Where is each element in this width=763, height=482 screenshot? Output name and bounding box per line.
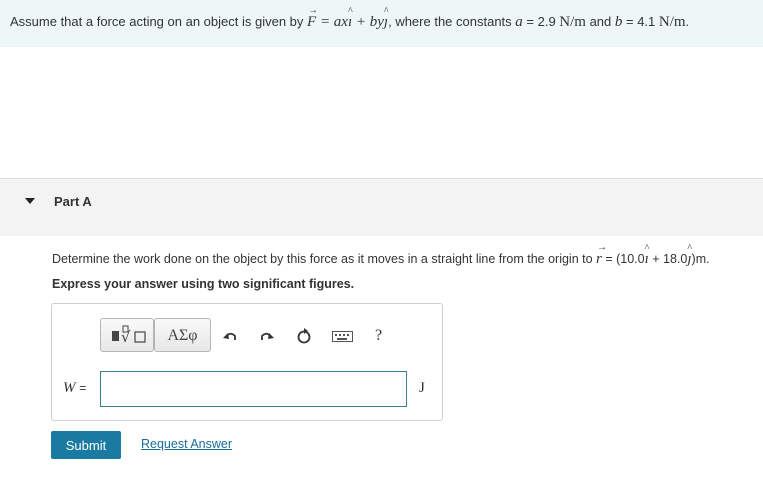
question-text-part: )m. — [691, 252, 710, 266]
answer-unit: J — [419, 380, 425, 396]
r-vector: r — [596, 242, 607, 268]
constant-b-unit: N/m — [658, 14, 686, 30]
force-y-term: + by — [352, 14, 384, 30]
redo-icon[interactable] — [259, 328, 275, 344]
i-hat: ı — [645, 243, 650, 268]
templates-button[interactable]: √ — [100, 318, 154, 352]
intro-text-part: , where the constants — [388, 14, 516, 29]
instructions: Express your answer using two significan… — [52, 277, 355, 291]
answer-equals: = — [79, 381, 87, 395]
intro-text: Assume that a force acting on an object … — [10, 5, 690, 31]
question-text-part: Determine the work done on the object by… — [52, 252, 597, 266]
constant-a-value: = 2.9 — [522, 14, 560, 29]
request-answer-link[interactable]: Request Answer — [141, 437, 232, 451]
intro-text-part: and — [585, 14, 615, 29]
constant-b-value: = 4.1 — [622, 14, 659, 29]
symbols-label: ΑΣφ — [167, 327, 198, 344]
part-title[interactable]: Part A — [54, 194, 92, 209]
part-a-header[interactable] — [0, 179, 763, 236]
answer-input[interactable] — [100, 371, 407, 407]
force-x-term: = ax — [316, 14, 348, 30]
question-text: Determine the work done on the object by… — [52, 242, 710, 268]
problem-intro: Assume that a force acting on an object … — [0, 0, 763, 47]
question-text-part: + 18.0 — [648, 252, 688, 266]
intro-text-part: . — [685, 14, 690, 29]
submit-button[interactable]: Submit — [51, 431, 121, 459]
i-hat: ı — [348, 6, 353, 31]
force-vector: F — [307, 5, 318, 31]
constant-a-unit: N/m — [559, 14, 586, 30]
constant-a: a — [515, 14, 523, 30]
intro-text-part: Assume that a force acting on an object … — [10, 14, 308, 29]
answer-label: W = — [63, 380, 86, 397]
reset-icon[interactable] — [296, 328, 312, 344]
symbols-button[interactable]: ΑΣφ — [154, 318, 211, 352]
j-hat: ȷ — [384, 6, 389, 31]
caret-down-icon[interactable] — [25, 198, 35, 204]
answer-variable: W — [63, 380, 76, 396]
undo-icon[interactable] — [222, 328, 238, 344]
templates-icon: √ — [112, 325, 146, 346]
force-equation: F = axı + byȷ — [307, 5, 389, 31]
help-button[interactable]: ? — [375, 327, 382, 345]
keyboard-icon[interactable] — [332, 331, 354, 343]
question-text-part: = (10.0 — [601, 252, 645, 266]
j-hat: ȷ — [687, 243, 692, 268]
